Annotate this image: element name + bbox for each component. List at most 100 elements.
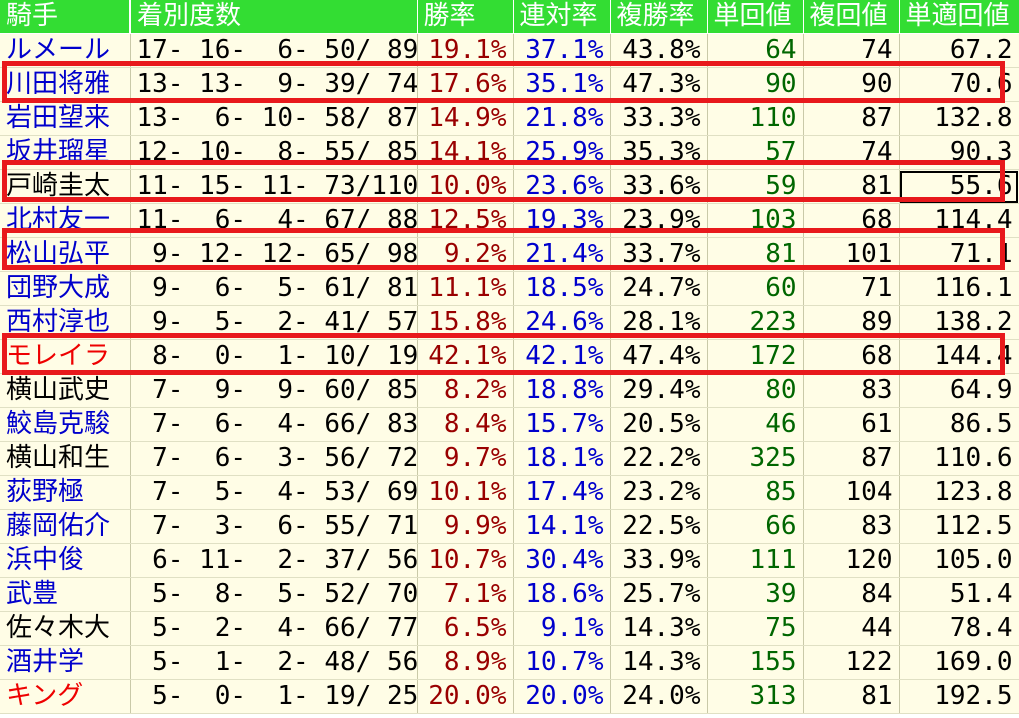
top2-rate-cell: 20.0% <box>513 679 611 714</box>
header-top2-rate[interactable]: 連対率 <box>513 0 611 34</box>
record-cell: 12- 10- 8- 55/ 85 <box>130 135 418 170</box>
top3-rate-cell: 22.5% <box>610 509 708 544</box>
win-return-cell: 313 <box>707 679 804 714</box>
top2-rate-cell: 37.1% <box>513 33 611 68</box>
jockey-name[interactable]: ルメール <box>0 33 131 68</box>
header-win-return[interactable]: 単回値 <box>707 0 804 34</box>
header-adjusted-win-return[interactable]: 単適回値 <box>899 0 1019 34</box>
top2-rate-cell: 21.4% <box>513 237 611 272</box>
jockey-name[interactable]: 鮫島克駿 <box>0 407 131 442</box>
table-row[interactable]: 団野大成 9- 6- 5- 61/ 81 11.1% 18.5% 24.7% 60 71 1… <box>0 271 1019 306</box>
record-cell: 6- 11- 2- 37/ 56 <box>130 543 418 578</box>
top3-rate-cell: 25.7% <box>610 577 708 612</box>
top3-rate-cell: 47.3% <box>610 67 708 102</box>
jockey-name[interactable]: 横山和生 <box>0 441 131 476</box>
table-row[interactable]: 酒井学 5- 1- 2- 48/ 56 8.9% 10.7% 14.3% 155 122 1… <box>0 645 1019 680</box>
jockey-name[interactable]: 西村淳也 <box>0 305 131 340</box>
win-return-cell: 80 <box>707 373 804 408</box>
jockey-name[interactable]: キング <box>0 679 131 714</box>
adjusted-win-return-cell: 90.3 <box>899 135 1019 170</box>
jockey-name[interactable]: 坂井瑠星 <box>0 135 131 170</box>
place-return-cell: 90 <box>803 67 900 102</box>
win-rate-cell: 10.1% <box>417 475 514 510</box>
table-row[interactable]: 荻野極 7- 5- 4- 53/ 69 10.1% 17.4% 23.2% 85 104 1… <box>0 475 1019 510</box>
table-row[interactable]: ルメール 17- 16- 6- 50/ 89 19.1% 37.1% 43.8% 64 74… <box>0 33 1019 68</box>
jockey-name[interactable]: 松山弘平 <box>0 237 131 272</box>
adjusted-win-return-cell: 105.0 <box>899 543 1019 578</box>
table-row[interactable]: 浜中俊 6- 11- 2- 37/ 56 10.7% 30.4% 33.9% 111 12… <box>0 543 1019 578</box>
top3-rate-cell: 24.7% <box>610 271 708 306</box>
jockey-name[interactable]: 戸崎圭太 <box>0 169 131 204</box>
win-rate-cell: 7.1% <box>417 577 514 612</box>
table-row[interactable]: 横山和生 7- 6- 3- 56/ 72 9.7% 18.1% 22.2% 325 87 1… <box>0 441 1019 476</box>
top3-rate-cell: 47.4% <box>610 339 708 374</box>
table-row[interactable]: 西村淳也 9- 5- 2- 41/ 57 15.8% 24.6% 28.1% 223 89… <box>0 305 1019 340</box>
table-row[interactable]: モレイラ 8- 0- 1- 10/ 19 42.1% 42.1% 47.4% 172 68… <box>0 339 1019 374</box>
top2-rate-cell: 14.1% <box>513 509 611 544</box>
record-cell: 11- 15- 11- 73/110 <box>130 169 418 204</box>
win-rate-cell: 9.2% <box>417 237 514 272</box>
win-rate-cell: 6.5% <box>417 611 514 646</box>
jockey-name[interactable]: 浜中俊 <box>0 543 131 578</box>
record-cell: 5- 0- 1- 19/ 25 <box>130 679 418 714</box>
record-cell: 5- 2- 4- 66/ 77 <box>130 611 418 646</box>
top2-rate-cell: 21.8% <box>513 101 611 136</box>
table-row[interactable]: 北村友一 11- 6- 4- 67/ 88 12.5% 19.3% 23.9% 103 68… <box>0 203 1019 238</box>
top2-rate-cell: 17.4% <box>513 475 611 510</box>
jockey-name[interactable]: 川田将雅 <box>0 67 131 102</box>
win-return-cell: 39 <box>707 577 804 612</box>
win-return-cell: 85 <box>707 475 804 510</box>
jockey-name[interactable]: 横山武史 <box>0 373 131 408</box>
top3-rate-cell: 20.5% <box>610 407 708 442</box>
jockey-name[interactable]: 北村友一 <box>0 203 131 238</box>
jockey-name[interactable]: 藤岡佑介 <box>0 509 131 544</box>
top2-rate-cell: 18.5% <box>513 271 611 306</box>
table-row[interactable]: キング 5- 0- 1- 19/ 25 20.0% 20.0% 24.0% 313 81 1… <box>0 679 1019 714</box>
adjusted-win-return-cell: 192.5 <box>899 679 1019 714</box>
table-row[interactable]: 川田将雅 13- 13- 9- 39/ 74 17.6% 35.1% 47.3% 90 90… <box>0 67 1019 102</box>
win-return-cell: 66 <box>707 509 804 544</box>
table-row[interactable]: 横山武史 7- 9- 9- 60/ 85 8.2% 18.8% 29.4% 80 83 64… <box>0 373 1019 408</box>
place-return-cell: 89 <box>803 305 900 340</box>
table-row[interactable]: 鮫島克駿 7- 6- 4- 66/ 83 8.4% 15.7% 20.5% 46 61 86… <box>0 407 1019 442</box>
adjusted-win-return-cell: 112.5 <box>899 509 1019 544</box>
jockey-name[interactable]: 武豊 <box>0 577 131 612</box>
jockey-name[interactable]: 佐々木大 <box>0 611 131 646</box>
jockey-name[interactable]: 荻野極 <box>0 475 131 510</box>
header-place-return[interactable]: 複回値 <box>803 0 900 34</box>
win-rate-cell: 42.1% <box>417 339 514 374</box>
table-row[interactable]: 佐々木大 5- 2- 4- 66/ 77 6.5% 9.1% 14.3% 75 44 78.… <box>0 611 1019 646</box>
place-return-cell: 81 <box>803 169 900 204</box>
place-return-cell: 83 <box>803 509 900 544</box>
win-return-cell: 172 <box>707 339 804 374</box>
table-row[interactable]: 岩田望来 13- 6- 10- 58/ 87 14.9% 21.8% 33.3% 110 8… <box>0 101 1019 136</box>
table-row[interactable]: 松山弘平 9- 12- 12- 65/ 98 9.2% 21.4% 33.7% 81 10… <box>0 237 1019 272</box>
table-row[interactable]: 藤岡佑介 7- 3- 6- 55/ 71 9.9% 14.1% 22.5% 66 83 11… <box>0 509 1019 544</box>
jockey-name[interactable]: 岩田望来 <box>0 101 131 136</box>
jockey-name[interactable]: 団野大成 <box>0 271 131 306</box>
place-return-cell: 61 <box>803 407 900 442</box>
top3-rate-cell: 29.4% <box>610 373 708 408</box>
adjusted-win-return-cell: 110.6 <box>899 441 1019 476</box>
table-row[interactable]: 坂井瑠星 12- 10- 8- 55/ 85 14.1% 25.9% 35.3% 57 74… <box>0 135 1019 170</box>
top3-rate-cell: 33.3% <box>610 101 708 136</box>
jockey-name[interactable]: モレイラ <box>0 339 131 374</box>
header-top3-rate[interactable]: 複勝率 <box>610 0 708 34</box>
adjusted-win-return-cell: 70.6 <box>899 67 1019 102</box>
win-rate-cell: 12.5% <box>417 203 514 238</box>
header-win-rate[interactable]: 勝率 <box>417 0 514 34</box>
place-return-cell: 83 <box>803 373 900 408</box>
win-rate-cell: 8.2% <box>417 373 514 408</box>
top3-rate-cell: 24.0% <box>610 679 708 714</box>
table-row[interactable]: 戸崎圭太 11- 15- 11- 73/110 10.0% 23.6% 33.6% 59 8… <box>0 169 1019 204</box>
top3-rate-cell: 14.3% <box>610 645 708 680</box>
win-rate-cell: 14.9% <box>417 101 514 136</box>
header-jockey[interactable]: 騎手 <box>0 0 131 34</box>
header-record[interactable]: 着別度数 <box>130 0 418 34</box>
jockey-name[interactable]: 酒井学 <box>0 645 131 680</box>
win-return-cell: 111 <box>707 543 804 578</box>
win-return-cell: 64 <box>707 33 804 68</box>
win-rate-cell: 14.1% <box>417 135 514 170</box>
table-row[interactable]: 武豊 5- 8- 5- 52/ 70 7.1% 18.6% 25.7% 39 84 51.4 <box>0 577 1019 612</box>
jockey-stats-window: 騎手 着別度数 勝率 連対率 複勝率 単回値 複回値 単適回値 ルメール 17- … <box>0 0 1019 718</box>
